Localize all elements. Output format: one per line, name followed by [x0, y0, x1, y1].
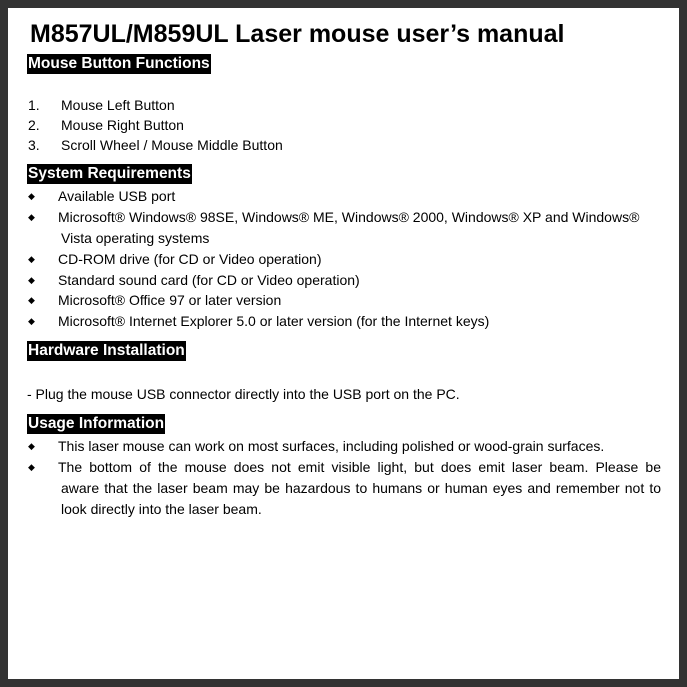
- section-heading-button-functions: Mouse Button Functions: [27, 54, 211, 74]
- list-number: 1.: [28, 97, 40, 113]
- list-text: Microsoft® Windows® 98SE, Windows® ME, W…: [58, 209, 640, 225]
- section-heading-system-requirements: System Requirements: [27, 164, 192, 184]
- list-text: Scroll Wheel / Mouse Middle Button: [61, 137, 283, 153]
- diamond-bullet-icon: ◆: [28, 316, 35, 326]
- document-title: M857UL/M859UL Laser mouse user’s manual: [30, 20, 565, 48]
- section-heading-hardware-installation: Hardware Installation: [27, 341, 186, 361]
- list-text: Available USB port: [58, 188, 176, 204]
- list-text-continued: aware that the laser beam may be hazardo…: [61, 480, 661, 496]
- diamond-bullet-icon: ◆: [28, 295, 35, 305]
- hardware-installation-text: - Plug the mouse USB connector directly …: [27, 386, 460, 402]
- list-text: Microsoft® Office 97 or later version: [58, 292, 282, 308]
- diamond-bullet-icon: ◆: [28, 441, 35, 451]
- list-text-continued: Vista operating systems: [61, 230, 210, 246]
- diamond-bullet-icon: ◆: [28, 462, 35, 472]
- list-text: Standard sound card (for CD or Video ope…: [58, 272, 360, 288]
- diamond-bullet-icon: ◆: [28, 254, 35, 264]
- diamond-bullet-icon: ◆: [28, 212, 35, 222]
- list-text: CD-ROM drive (for CD or Video operation): [58, 251, 322, 267]
- list-text-continued: look directly into the laser beam.: [61, 501, 262, 517]
- list-text: Mouse Left Button: [61, 97, 175, 113]
- list-number: 3.: [28, 137, 40, 153]
- list-text: This laser mouse can work on most surfac…: [58, 438, 605, 454]
- list-text: The bottom of the mouse does not emit vi…: [58, 459, 661, 475]
- list-number: 2.: [28, 117, 40, 133]
- diamond-bullet-icon: ◆: [28, 191, 35, 201]
- list-text: Mouse Right Button: [61, 117, 184, 133]
- section-heading-usage-information: Usage Information: [27, 414, 166, 434]
- diamond-bullet-icon: ◆: [28, 275, 35, 285]
- list-text: Microsoft® Internet Explorer 5.0 or late…: [58, 313, 490, 329]
- manual-page: M857UL/M859UL Laser mouse user’s manual …: [8, 8, 679, 679]
